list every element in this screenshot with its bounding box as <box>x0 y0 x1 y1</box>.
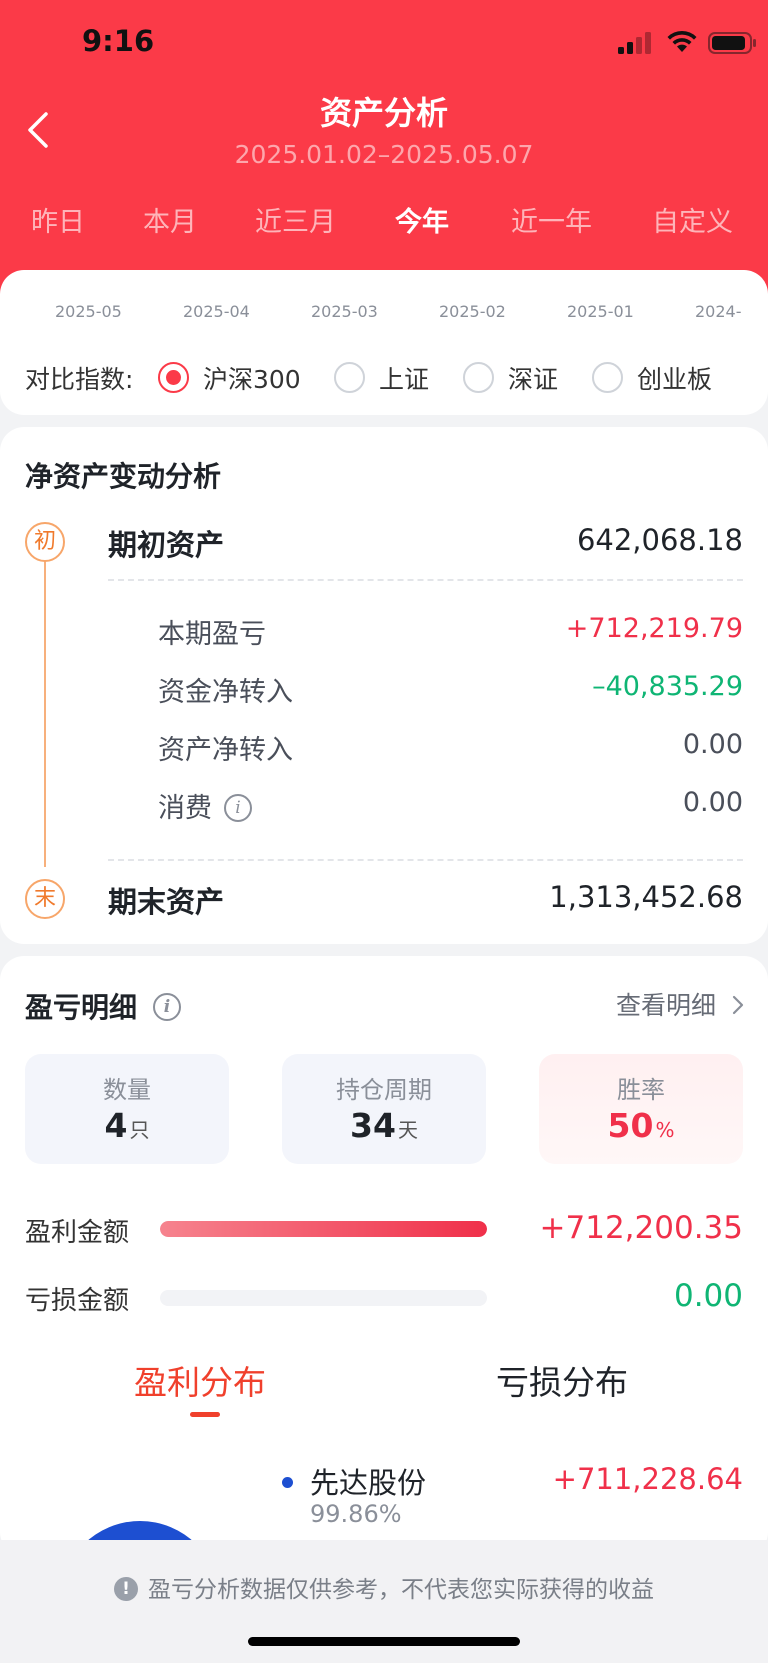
view-details-label: 查看明细 <box>616 991 717 1020</box>
axis-tick-label: 2025-03 <box>311 302 378 321</box>
net-asset-title: 净资产变动分析 <box>25 460 222 493</box>
stat-holding-period-label: 持仓周期 <box>336 1076 432 1104</box>
period-pnl-value: +712,219.79 <box>565 613 743 644</box>
active-tab-indicator <box>190 1412 220 1417</box>
stat-count-value: 4 <box>104 1106 128 1145</box>
view-details-link[interactable]: 查看明细 <box>616 986 746 1022</box>
consumption-row-label: 消费 i <box>158 786 252 825</box>
axis-tick-label: 2025-02 <box>439 302 506 321</box>
net-fund-transfer-value: –40,835.29 <box>592 671 743 702</box>
opening-assets-label: 期初资产 <box>108 528 225 562</box>
disclaimer: ! 盈亏分析数据仅供参考，不代表您实际获得的收益 <box>0 1570 768 1604</box>
end-marker-icon: 末 <box>25 879 65 919</box>
start-marker-icon: 初 <box>25 522 65 562</box>
info-icon[interactable]: i <box>224 793 252 822</box>
legend-dot-icon <box>282 1477 293 1488</box>
net-asset-transfer-value: 0.00 <box>682 729 743 760</box>
stat-win-rate-value-row: 50% <box>539 1106 743 1145</box>
home-indicator <box>248 1637 520 1646</box>
closing-assets-value: 1,313,452.68 <box>549 880 743 914</box>
stat-holding-period-value-row: 34 天 <box>282 1106 486 1145</box>
stat-win-rate: 胜率 50% <box>539 1054 743 1164</box>
chevron-right-icon <box>732 995 744 1015</box>
tab-last-year[interactable]: 近一年 <box>511 200 592 239</box>
axis-tick-label: 2025-01 <box>567 302 634 321</box>
consumption-value: 0.00 <box>682 787 743 818</box>
cellular-signal-icon <box>618 32 651 54</box>
stat-count-unit: 只 <box>129 1118 150 1142</box>
stat-holding-period-unit: 天 <box>397 1118 418 1142</box>
exclamation-icon: ! <box>114 1576 138 1601</box>
radio-checked-icon <box>158 362 189 393</box>
loss-amount-value: 0.00 <box>673 1278 743 1314</box>
divider <box>108 579 743 581</box>
axis-tick-label: 2025-05 <box>55 302 122 321</box>
stat-holding-period: 持仓周期 34 天 <box>282 1054 486 1164</box>
net-asset-card: 净资产变动分析 初 末 期初资产 642,068.18 本期盈亏 +712,21… <box>0 427 768 944</box>
timeline-line <box>44 547 46 867</box>
pnl-detail-title: 盈亏明细 <box>25 991 138 1024</box>
status-time: 9:16 <box>82 24 155 58</box>
net-asset-transfer-label: 资产净转入 <box>158 735 293 766</box>
period-pnl-label: 本期盈亏 <box>158 619 266 650</box>
opening-assets-value: 642,068.18 <box>576 523 743 557</box>
stat-win-rate-label: 胜率 <box>617 1076 665 1104</box>
net-fund-transfer-label: 资金净转入 <box>158 677 293 708</box>
radio-unchecked-icon <box>592 362 623 393</box>
wifi-icon <box>667 30 697 52</box>
loss-amount-label: 亏损金额 <box>25 1286 130 1316</box>
chart-compare-card: 2025-05 2025-04 2025-03 2025-02 2025-01 … <box>0 270 768 415</box>
legend-stock-value: +711,228.64 <box>552 1462 743 1496</box>
tab-loss-distribution[interactable]: 亏损分布 <box>496 1356 628 1404</box>
divider <box>108 859 743 861</box>
tab-profit-distribution[interactable]: 盈利分布 <box>134 1356 266 1404</box>
info-icon[interactable]: i <box>153 993 182 1021</box>
legend-stock-name: 先达股份 <box>310 1466 427 1500</box>
radio-unchecked-icon <box>334 362 365 393</box>
tab-this-month[interactable]: 本月 <box>143 200 197 239</box>
tab-yesterday[interactable]: 昨日 <box>31 200 85 239</box>
header: 9:16 资产分析 2025.01.02–2025.05.07 昨日 本月 近三… <box>0 0 768 300</box>
page-title: 资产分析 <box>319 94 448 132</box>
axis-tick-label: 2024- <box>695 302 742 321</box>
stat-win-rate-unit: % <box>655 1118 675 1142</box>
disclaimer-text: 盈亏分析数据仅供参考，不代表您实际获得的收益 <box>148 1577 654 1603</box>
pnl-detail-card: 盈亏明细 i 查看明细 数量 4只 持仓周期 34 天 胜率 50% 盈利金额 +7… <box>0 956 768 1581</box>
stat-count: 数量 4只 <box>25 1054 229 1164</box>
profit-amount-label: 盈利金额 <box>25 1218 130 1248</box>
compare-index-label: 对比指数: <box>25 365 134 394</box>
battery-icon <box>708 32 756 54</box>
closing-assets-label: 期末资产 <box>108 885 225 919</box>
profit-bar-fill <box>160 1221 487 1237</box>
stat-count-value-row: 4只 <box>25 1106 229 1145</box>
radio-unchecked-icon <box>463 362 494 393</box>
stat-holding-period-value: 34 <box>350 1106 396 1145</box>
pnl-detail-title-row: 盈亏明细 i <box>25 986 182 1026</box>
axis-tick-label: 2025-04 <box>183 302 250 321</box>
tab-this-year[interactable]: 今年 <box>395 200 449 239</box>
stat-win-rate-value: 50 <box>607 1106 654 1145</box>
period-tabs: 昨日 本月 近三月 今年 近一年 自定义 <box>0 200 768 244</box>
date-range: 2025.01.02–2025.05.07 <box>234 140 534 169</box>
legend-stock-percent: 99.86% <box>310 1500 402 1528</box>
tab-custom[interactable]: 自定义 <box>652 200 733 239</box>
profit-bar <box>160 1221 487 1237</box>
tab-last-three-months[interactable]: 近三月 <box>255 200 336 239</box>
profit-amount-value: +712,200.35 <box>539 1210 743 1246</box>
stat-count-label: 数量 <box>103 1076 151 1104</box>
loss-bar <box>160 1290 487 1306</box>
consumption-label: 消费 <box>158 793 212 824</box>
